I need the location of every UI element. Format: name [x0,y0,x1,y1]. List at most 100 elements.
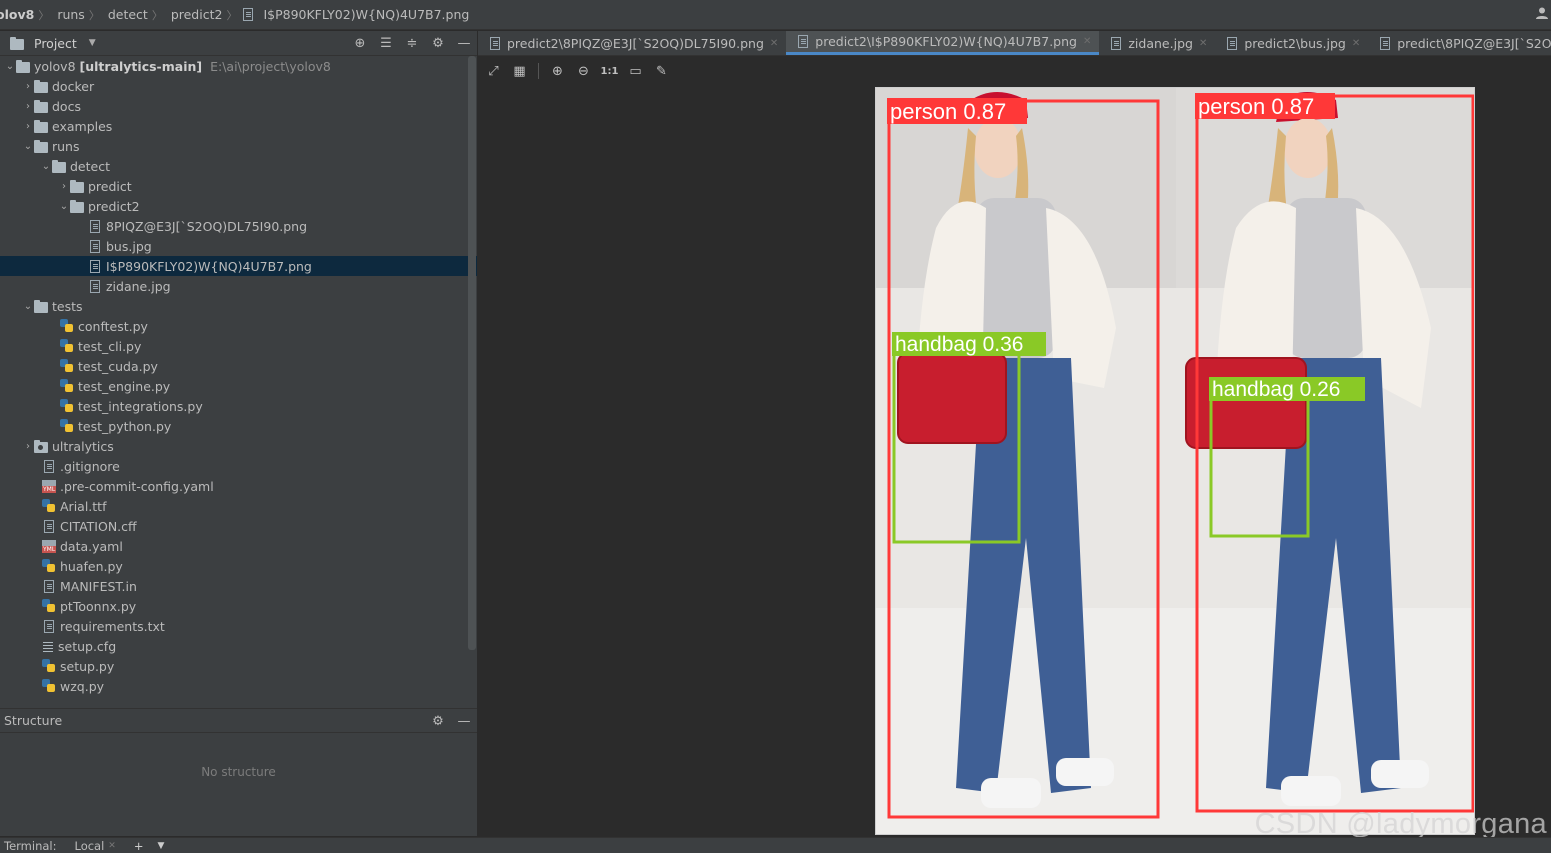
chevron-right-icon[interactable]: › [22,101,34,112]
yaml-file-icon [42,539,57,553]
tree-item-file[interactable]: 8PIQZ@E3J[`S2OQ)DL75I90.png [0,216,468,236]
chevron-right-icon[interactable]: › [58,181,70,192]
tree-item-file[interactable]: MANIFEST.in [0,576,468,596]
tree-item-file[interactable]: wzq.py [0,676,468,696]
tree-item-file[interactable]: .gitignore [0,456,468,476]
tree-item-file[interactable]: test_engine.py [0,376,468,396]
tree-item-file[interactable]: huafen.py [0,556,468,576]
chevron-down-icon[interactable]: ▼ [89,38,96,48]
breadcrumb-item[interactable]: I$P890KFLY02)W{NQ)4U7B7.png [241,7,473,22]
image-canvas[interactable]: person 0.87 person 0.87 handbag 0.36 han… [478,85,1551,836]
minimize-icon[interactable]: — [457,714,471,729]
tree-item-ultralytics[interactable]: › ultralytics [0,436,468,456]
tree-item-file[interactable]: conftest.py [0,316,468,336]
tree-item-runs[interactable]: ⌄ runs [0,136,468,156]
tree-item-file[interactable]: data.yaml [0,536,468,556]
breadcrumb-item[interactable]: runs 〉 [53,7,104,23]
image-file-icon [490,36,500,50]
terminal-tab-local[interactable]: Local [74,839,104,853]
breadcrumb-item[interactable]: olov8 〉 [0,7,53,23]
tree-item-file[interactable]: bus.jpg [0,236,468,256]
user-icon[interactable] [1535,6,1549,20]
chessboard-icon[interactable]: ▭ [628,64,643,79]
yaml-file-icon [42,479,57,493]
gear-icon[interactable]: ⚙ [431,714,445,729]
project-panel-title[interactable]: Project [34,36,77,51]
close-icon[interactable]: ✕ [1199,38,1207,49]
chevron-down-icon[interactable]: ⌄ [40,161,52,172]
tree-item-examples[interactable]: › examples [0,116,468,136]
python-file-icon [60,399,74,413]
tree-item-file[interactable]: .pre-commit-config.yaml [0,476,468,496]
tree-item-predict[interactable]: › predict [0,176,468,196]
editor-tab[interactable]: predict2\bus.jpg ✕ [1215,31,1368,55]
tree-item-file[interactable]: test_integrations.py [0,396,468,416]
tree-scrollbar[interactable] [468,56,476,650]
chevron-right-icon[interactable]: › [22,441,34,452]
editor-tab[interactable]: zidane.jpg ✕ [1099,31,1215,55]
actual-size-icon[interactable]: 1:1 [601,64,619,79]
detection-label-right-person: person 0.87 [1198,94,1314,119]
tree-item-file[interactable]: test_cli.py [0,336,468,356]
breadcrumb-item[interactable]: predict2 〉 [167,7,242,23]
tree-root[interactable]: ⌄ yolov8 [ultralytics-main] E:\ai\projec… [0,56,468,76]
tree-item-docker[interactable]: › docker [0,76,468,96]
gear-icon[interactable]: ⚙ [431,36,445,51]
structure-panel-title[interactable]: Structure [4,713,62,728]
text-file-icon [44,579,54,593]
image-file-icon [90,239,100,253]
zoom-in-icon[interactable]: ⊕ [550,64,565,79]
tree-item-file-selected[interactable]: I$P890KFLY02)W{NQ)4U7B7.png [0,256,477,276]
chevron-down-icon[interactable]: ⌄ [22,301,34,312]
fit-zoom-icon[interactable]: ⤢ [486,64,501,79]
folder-icon [70,199,84,213]
tree-item-file[interactable]: test_cuda.py [0,356,468,376]
chevron-down-icon[interactable]: ⌄ [4,61,16,72]
tree-item-file[interactable]: setup.cfg [0,636,468,656]
package-folder-icon [34,439,48,453]
close-icon[interactable]: ✕ [770,38,778,49]
editor-tab[interactable]: predict2\8PIQZ@E3J[`S2OQ)DL75I90.png ✕ [478,31,786,55]
tree-item-predict2[interactable]: ⌄ predict2 [0,196,468,216]
tree-item-docs[interactable]: › docs [0,96,468,116]
folder-icon [34,139,48,153]
chevron-down-icon[interactable]: ⌄ [58,201,70,212]
close-icon[interactable]: ✕ [108,841,116,851]
chevron-down-icon[interactable]: ⌄ [22,141,34,152]
editor-tab[interactable]: predict\8PIQZ@E3J[`S2OQ)DL75I90 [1368,31,1551,55]
color-picker-icon[interactable]: ✎ [654,64,669,79]
add-terminal-icon[interactable]: + [134,839,144,853]
folder-icon [70,179,84,193]
folder-icon [34,99,48,113]
tree-item-file[interactable]: ptToonnx.py [0,596,468,616]
tree-item-file[interactable]: setup.py [0,656,468,676]
tree-item-tests[interactable]: ⌄ tests [0,296,468,316]
python-file-icon [60,379,74,393]
toolbar-divider [538,63,539,79]
locate-icon[interactable]: ⊕ [353,36,367,51]
expand-all-icon[interactable]: ☰ [379,36,393,51]
close-icon[interactable]: ✕ [1352,38,1360,49]
tree-item-file[interactable]: requirements.txt [0,616,468,636]
structure-panel: Structure ⚙ — No structure [0,708,477,836]
zoom-out-icon[interactable]: ⊖ [576,64,591,79]
folder-icon [34,299,48,313]
tree-item-file[interactable]: Arial.ttf [0,496,468,516]
chevron-down-icon[interactable]: ▼ [157,841,164,851]
folder-icon [34,119,48,133]
chevron-right-icon[interactable]: › [22,81,34,92]
grid-icon[interactable]: ▦ [512,64,527,79]
python-file-icon [42,559,56,573]
tree-item-detect[interactable]: ⌄ detect [0,156,468,176]
tree-item-file[interactable]: zidane.jpg [0,276,468,296]
breadcrumb-item[interactable]: detect 〉 [104,7,167,23]
text-file-icon [44,519,54,533]
structure-panel-header: Structure ⚙ — [0,709,477,733]
minimize-icon[interactable]: — [457,36,471,51]
editor-tab-active[interactable]: predict2\I$P890KFLY02)W{NQ)4U7B7.png ✕ [786,31,1100,55]
tree-item-file[interactable]: CITATION.cff [0,516,468,536]
collapse-all-icon[interactable]: ≑ [405,36,419,51]
chevron-right-icon[interactable]: › [22,121,34,132]
tree-item-file[interactable]: test_python.py [0,416,468,436]
close-icon[interactable]: ✕ [1083,36,1091,47]
